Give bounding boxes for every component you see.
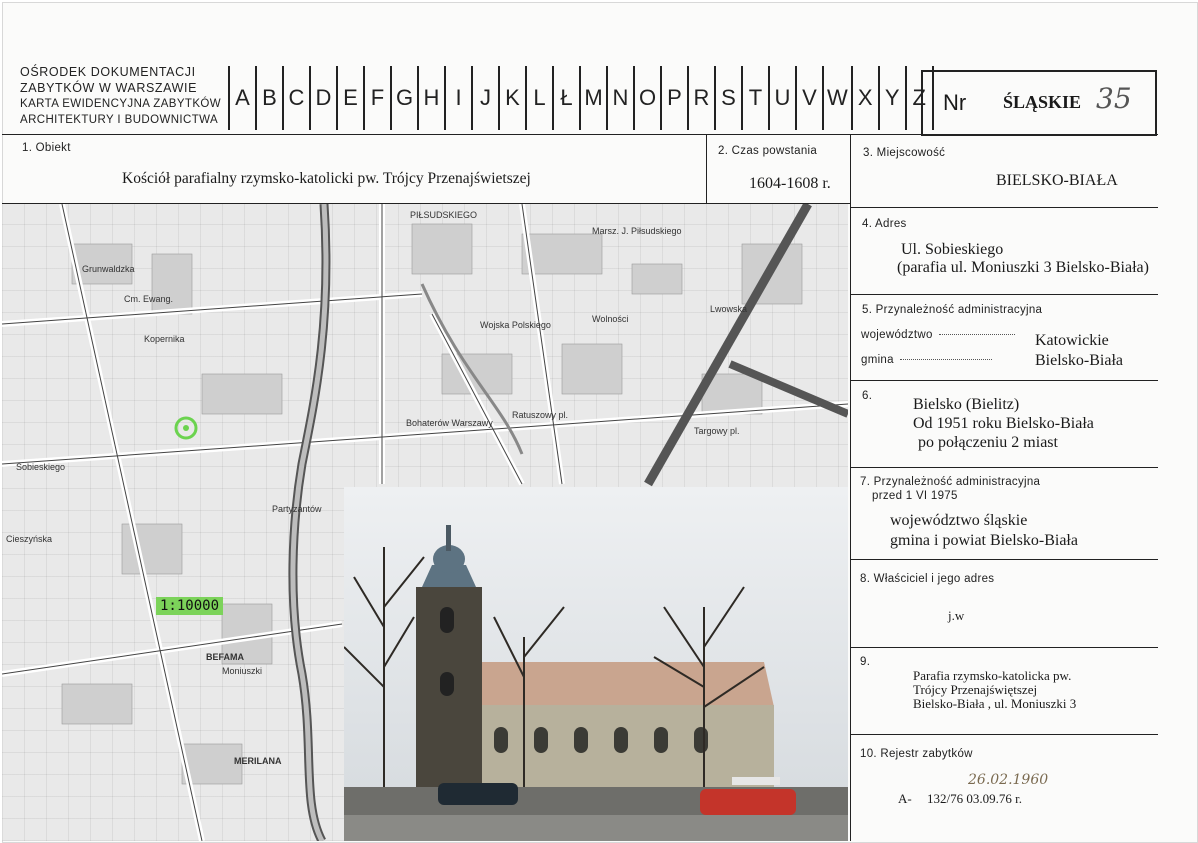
map-label: Moniuszki [222,666,263,676]
map-label: Sobieskiego [16,462,66,472]
f7-label-date: przed 1 VI 1975 [872,490,958,502]
church-photo-graphic [344,487,848,841]
map-label: Kopernika [144,334,185,344]
alphabet-letter: L [527,66,554,130]
alphabet-letter: X [853,66,880,130]
f7-line: województwo śląskie [890,512,1028,529]
register-number: 35 [1096,82,1132,115]
dotted-line [938,334,1015,335]
map-label: BEFAMA [206,652,244,662]
f10-handwritten-date: 26.02.1960 [968,772,1049,788]
alphabet-letter: E [338,66,365,130]
alphabet-letter: I [446,66,473,130]
miejscowosc-value: BIELSKO-BIAŁA [996,172,1118,189]
alphabet-letter: O [635,66,662,130]
map-label: Cm. Ewang. [124,294,174,304]
church-photo [344,487,848,841]
map-label: Targowy pl. [694,426,740,436]
wojewodztwo-label: województwo [861,329,933,341]
map-label: Partyzantów [272,504,322,514]
alphabet-letter: K [500,66,527,130]
alphabet-letter: F [365,66,392,130]
adres-line: (parafia ul. Moniuszki 3 Bielsko-Biała) [897,259,1149,276]
f6-line: Od 1951 roku Bielsko-Biała [913,415,1094,432]
map-label: Wojska Polskiego [480,320,551,330]
f8-label: 8. Właściciel i jego adres [860,573,995,585]
map-label: Grunwaldzka [82,264,135,274]
alphabet-letter: A [230,66,257,130]
alphabet-letter: Ł [554,66,581,130]
obiekt-label: 1. Obiekt [22,142,71,154]
divider [850,647,1158,648]
f7-label: 7. Przynależność administracyjna [860,476,1041,488]
divider [850,467,1158,468]
divider [850,294,1158,295]
f6-line: po połączeniu 2 miast [918,434,1058,451]
czas-value: 1604-1608 r. [749,175,831,192]
map-label: MERILANA [234,756,282,766]
institution-line: KARTA EWIDENCYJNA ZABYTKÓW [20,98,222,110]
map-label: Wolności [592,314,629,324]
f8-value: j.w [948,608,965,623]
alphabet-letter: S [716,66,743,130]
f9-line: Bielsko-Biała , ul. Moniuszki 3 [913,696,1077,711]
obiekt-value: Kościół parafialny rzymsko-katolicki pw.… [122,170,531,187]
map-label: Bohaterów Warszawy [406,418,493,428]
alphabet-letter: V [797,66,824,130]
f10-label: 10. Rejestr zabytków [860,748,973,760]
register-number-box: Nr ŚLĄSKIE 35 [921,70,1157,136]
divider [850,559,1158,560]
alphabet-letter: M [581,66,608,130]
divider [850,734,1158,735]
gmina-value: Bielsko-Biała [1035,352,1123,369]
f7-line: gmina i powiat Bielsko-Biała [890,532,1078,549]
f6-line: Bielsko (Bielitz) [913,396,1020,413]
map-label: Marsz. J. Piłsudskiego [592,226,682,236]
f10-prefix: A- [898,791,912,806]
alphabet-letter: D [311,66,338,130]
wojewodztwo-row: województwo [861,329,1015,341]
alphabet-letter: R [689,66,716,130]
map-label: Lwowska [710,304,748,314]
alphabet-letter: Y [880,66,907,130]
divider [2,134,1158,135]
alphabet-letter: N [608,66,635,130]
f10-value: 132/76 03.09.76 r. [927,791,1022,806]
institution-line: ARCHITEKTURY I BUDOWNICTWA [20,114,219,126]
institution-header: OŚRODEK DOKUMENTACJI ZABYTKÓW W WARSZAWI… [20,64,225,128]
miejscowosc-label: 3. Miejscowość [863,147,946,159]
alphabet-letter: H [419,66,446,130]
map-scale: 1:10000 [156,597,224,615]
institution-line: OŚRODEK DOKUMENTACJI [20,65,196,79]
alphabet-letter: J [473,66,500,130]
nr-label: Nr [943,90,967,115]
alphabet-letter: B [257,66,284,130]
divider [850,207,1158,208]
alphabet-letter: W [824,66,853,130]
map-label: Ratuszowy pl. [512,410,569,420]
map-label: PIŁSUDSKIEGO [410,210,478,220]
adres-line: Ul. Sobieskiego [901,241,1004,258]
alphabet-index: A B C D E F G H I J K L Ł M N O P R S T … [228,66,934,130]
map-label: Cieszyńska [6,534,53,544]
divider [706,134,707,204]
adres-label: 4. Adres [862,218,907,230]
alphabet-letter: U [770,66,797,130]
alphabet-letter: C [284,66,311,130]
f6-label: 6. [862,390,873,402]
alphabet-letter: P [662,66,689,130]
czas-label: 2. Czas powstania [718,145,818,157]
alphabet-letter: G [392,66,419,130]
gmina-label: gmina [861,354,894,366]
register-name: ŚLĄSKIE [1003,92,1082,112]
przynaleznosc-label: 5. Przynależność administracyjna [862,304,1043,316]
alphabet-letter: T [743,66,770,130]
divider [850,380,1158,381]
f9-label: 9. [860,656,871,668]
dotted-line [899,359,992,360]
wojewodztwo-value: Katowickie [1035,332,1109,349]
institution-line: ZABYTKÓW W WARSZAWIE [20,81,198,95]
gmina-row: gmina [861,354,992,366]
